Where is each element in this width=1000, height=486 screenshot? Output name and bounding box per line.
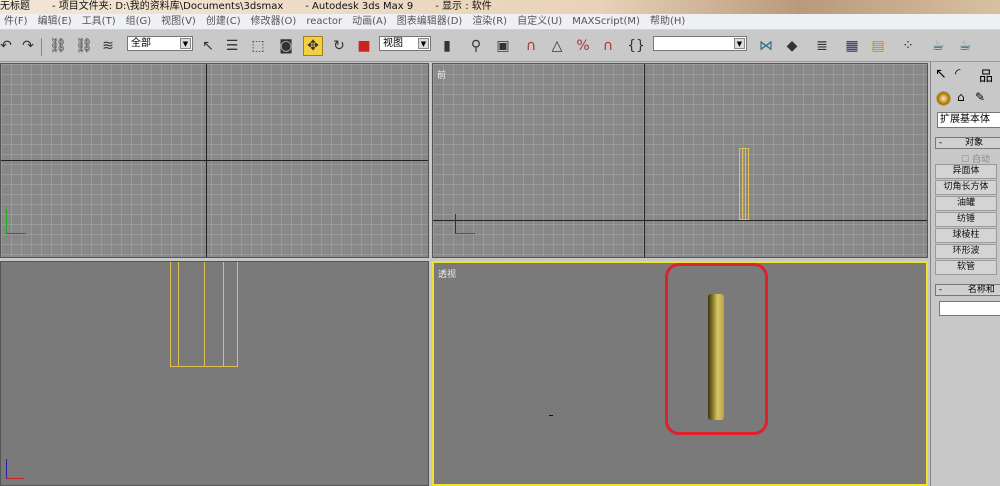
- viewport-label-front[interactable]: 前: [437, 68, 446, 81]
- object-type-header: 对象: [965, 138, 984, 148]
- doc-name: 无标题: [0, 1, 30, 12]
- reference-coordinate-value: 视图: [383, 38, 403, 49]
- separator: [41, 38, 42, 56]
- menu-create[interactable]: 创建(C): [206, 16, 241, 27]
- cylinder-wireframe[interactable]: [170, 262, 238, 367]
- spindle-button[interactable]: 纺锤: [935, 212, 997, 227]
- main-toolbar: ↶ ↷ ⛓ ⛓ ≋ 全部 ▼ ↖ ☰ ⬚ ◙ ✥ ↻ ■ 视图 ▼ ▮ ⚲ ▣ ∩ …: [0, 31, 1000, 62]
- grid-axis-y: [644, 64, 645, 257]
- grid-axis-x: [433, 220, 927, 221]
- material-editor-icon[interactable]: ⁘: [898, 36, 918, 56]
- hose-button[interactable]: 软管: [935, 260, 997, 275]
- angle-snap-icon[interactable]: △: [547, 36, 567, 56]
- object-name-input[interactable]: [939, 301, 1000, 316]
- hierarchy-tab-icon[interactable]: 品: [979, 66, 993, 86]
- snap-toggle-icon[interactable]: ∩: [521, 36, 541, 56]
- shapes-icon[interactable]: ⌂: [957, 90, 965, 104]
- bind-space-warp-icon[interactable]: ≋: [98, 36, 118, 56]
- reference-coordinate-dropdown[interactable]: 视图 ▼: [379, 36, 431, 51]
- viewport-perspective[interactable]: 透视: [432, 261, 928, 486]
- viewport-left[interactable]: [0, 261, 429, 486]
- menu-bar: 件(F) 编辑(E) 工具(T) 组(G) 视图(V) 创建(C) 修改器(O) reacto…: [0, 14, 1000, 30]
- menu-modifiers[interactable]: 修改器(O): [251, 16, 297, 27]
- rectangular-selection-icon[interactable]: ⬚: [248, 36, 268, 56]
- undo-icon[interactable]: ↶: [0, 36, 16, 56]
- origin-marker: [549, 415, 553, 416]
- grid-axis-y: [206, 64, 207, 257]
- app-name: - Autodesk 3ds Max 9: [305, 1, 414, 12]
- grid-axis-x: [1, 160, 428, 161]
- select-by-name-icon[interactable]: ☰: [222, 36, 242, 56]
- chevron-down-icon: ▼: [734, 38, 745, 49]
- menu-animation[interactable]: 动画(A): [352, 16, 387, 27]
- menu-group[interactable]: 组(G): [126, 16, 152, 27]
- chevron-down-icon: ▼: [418, 38, 429, 49]
- axis-tripod-icon: [455, 214, 475, 234]
- viewport-label-perspective[interactable]: 透视: [438, 267, 456, 280]
- cylinder-wireframe[interactable]: [739, 148, 749, 220]
- menu-file[interactable]: 件(F): [4, 16, 28, 27]
- menu-help[interactable]: 帮助(H): [650, 16, 685, 27]
- hedra-button[interactable]: 异面体: [935, 164, 997, 179]
- name-color-rollout[interactable]: - 名称和: [935, 284, 1000, 296]
- lights-icon[interactable]: ✎: [975, 90, 985, 104]
- align-icon[interactable]: ◆: [782, 36, 802, 56]
- menu-reactor[interactable]: reactor: [306, 16, 342, 27]
- named-selection-dropdown[interactable]: ▼: [653, 36, 747, 51]
- mirror-icon[interactable]: ⋈: [756, 36, 776, 56]
- window-crossing-icon[interactable]: ◙: [276, 36, 296, 56]
- display-driver: - 显示 : 软件: [435, 1, 492, 12]
- axis-tripod-icon: [6, 459, 24, 479]
- select-link-icon[interactable]: ⛓: [48, 36, 68, 56]
- redo-icon[interactable]: ↷: [18, 36, 38, 56]
- viewport-front[interactable]: 前: [432, 63, 928, 258]
- chamfer-box-button[interactable]: 切角长方体: [935, 180, 997, 195]
- layer-manager-icon[interactable]: ≣: [812, 36, 832, 56]
- render-scene-icon[interactable]: ☕: [928, 36, 948, 56]
- pivot-center-icon[interactable]: ▮: [437, 36, 457, 56]
- viewport-top[interactable]: [0, 63, 429, 258]
- category-dropdown[interactable]: 扩展基本体: [937, 112, 1000, 128]
- select-rotate-icon[interactable]: ↻: [329, 36, 349, 56]
- oil-tank-button[interactable]: 油罐: [935, 196, 997, 211]
- gengon-button[interactable]: 球棱柱: [935, 228, 997, 243]
- selection-filter-dropdown[interactable]: 全部 ▼: [127, 36, 193, 51]
- edit-named-selection-icon[interactable]: {}: [626, 36, 646, 56]
- keyboard-shortcut-override-icon[interactable]: ▣: [493, 36, 513, 56]
- project-folder: - 项目文件夹: D:\我的资料库\Documents\3dsmax: [52, 1, 284, 12]
- menu-views[interactable]: 视图(V): [161, 16, 196, 27]
- menu-customize[interactable]: 自定义(U): [517, 16, 562, 27]
- select-scale-icon[interactable]: ■: [354, 36, 374, 56]
- selection-filter-value: 全部: [131, 38, 151, 49]
- quick-render-icon[interactable]: ☕: [955, 36, 975, 56]
- select-object-icon[interactable]: ↖: [198, 36, 218, 56]
- chevron-down-icon: ▼: [180, 38, 191, 49]
- curve-editor-icon[interactable]: ▦: [842, 36, 862, 56]
- menu-tools[interactable]: 工具(T): [82, 16, 116, 27]
- modify-tab-icon[interactable]: ◜: [955, 66, 960, 82]
- select-move-icon[interactable]: ✥: [303, 36, 323, 56]
- manipulate-icon[interactable]: ⚲: [466, 36, 486, 56]
- create-tab-icon[interactable]: ↖: [935, 66, 947, 82]
- ring-wave-button[interactable]: 环形波: [935, 244, 997, 259]
- unlink-icon[interactable]: ⛓: [74, 36, 94, 56]
- command-panel: ↖ ◜ 品 ⌂ ✎ 扩展基本体 - 对象 ☐ 自动 异面体 切角长方体 油罐 纺…: [930, 62, 1000, 486]
- axis-tripod-icon: [6, 209, 26, 234]
- menu-rendering[interactable]: 渲染(R): [472, 16, 507, 27]
- menu-maxscript[interactable]: MAXScript(M): [572, 16, 640, 27]
- geometry-icon[interactable]: [936, 91, 951, 106]
- menu-edit[interactable]: 编辑(E): [38, 16, 72, 27]
- object-type-rollout[interactable]: - 对象: [935, 137, 1000, 149]
- spinner-snap-icon[interactable]: ∩: [598, 36, 618, 56]
- name-color-header: 名称和: [967, 285, 995, 295]
- schematic-view-icon[interactable]: ▤: [868, 36, 888, 56]
- percent-snap-icon[interactable]: %: [573, 36, 593, 56]
- menu-graph-editors[interactable]: 图表编辑器(D): [397, 16, 463, 27]
- highlight-annotation: [665, 263, 768, 435]
- title-bar: 无标题 - 项目文件夹: D:\我的资料库\Documents\3dsmax - A…: [0, 0, 1000, 14]
